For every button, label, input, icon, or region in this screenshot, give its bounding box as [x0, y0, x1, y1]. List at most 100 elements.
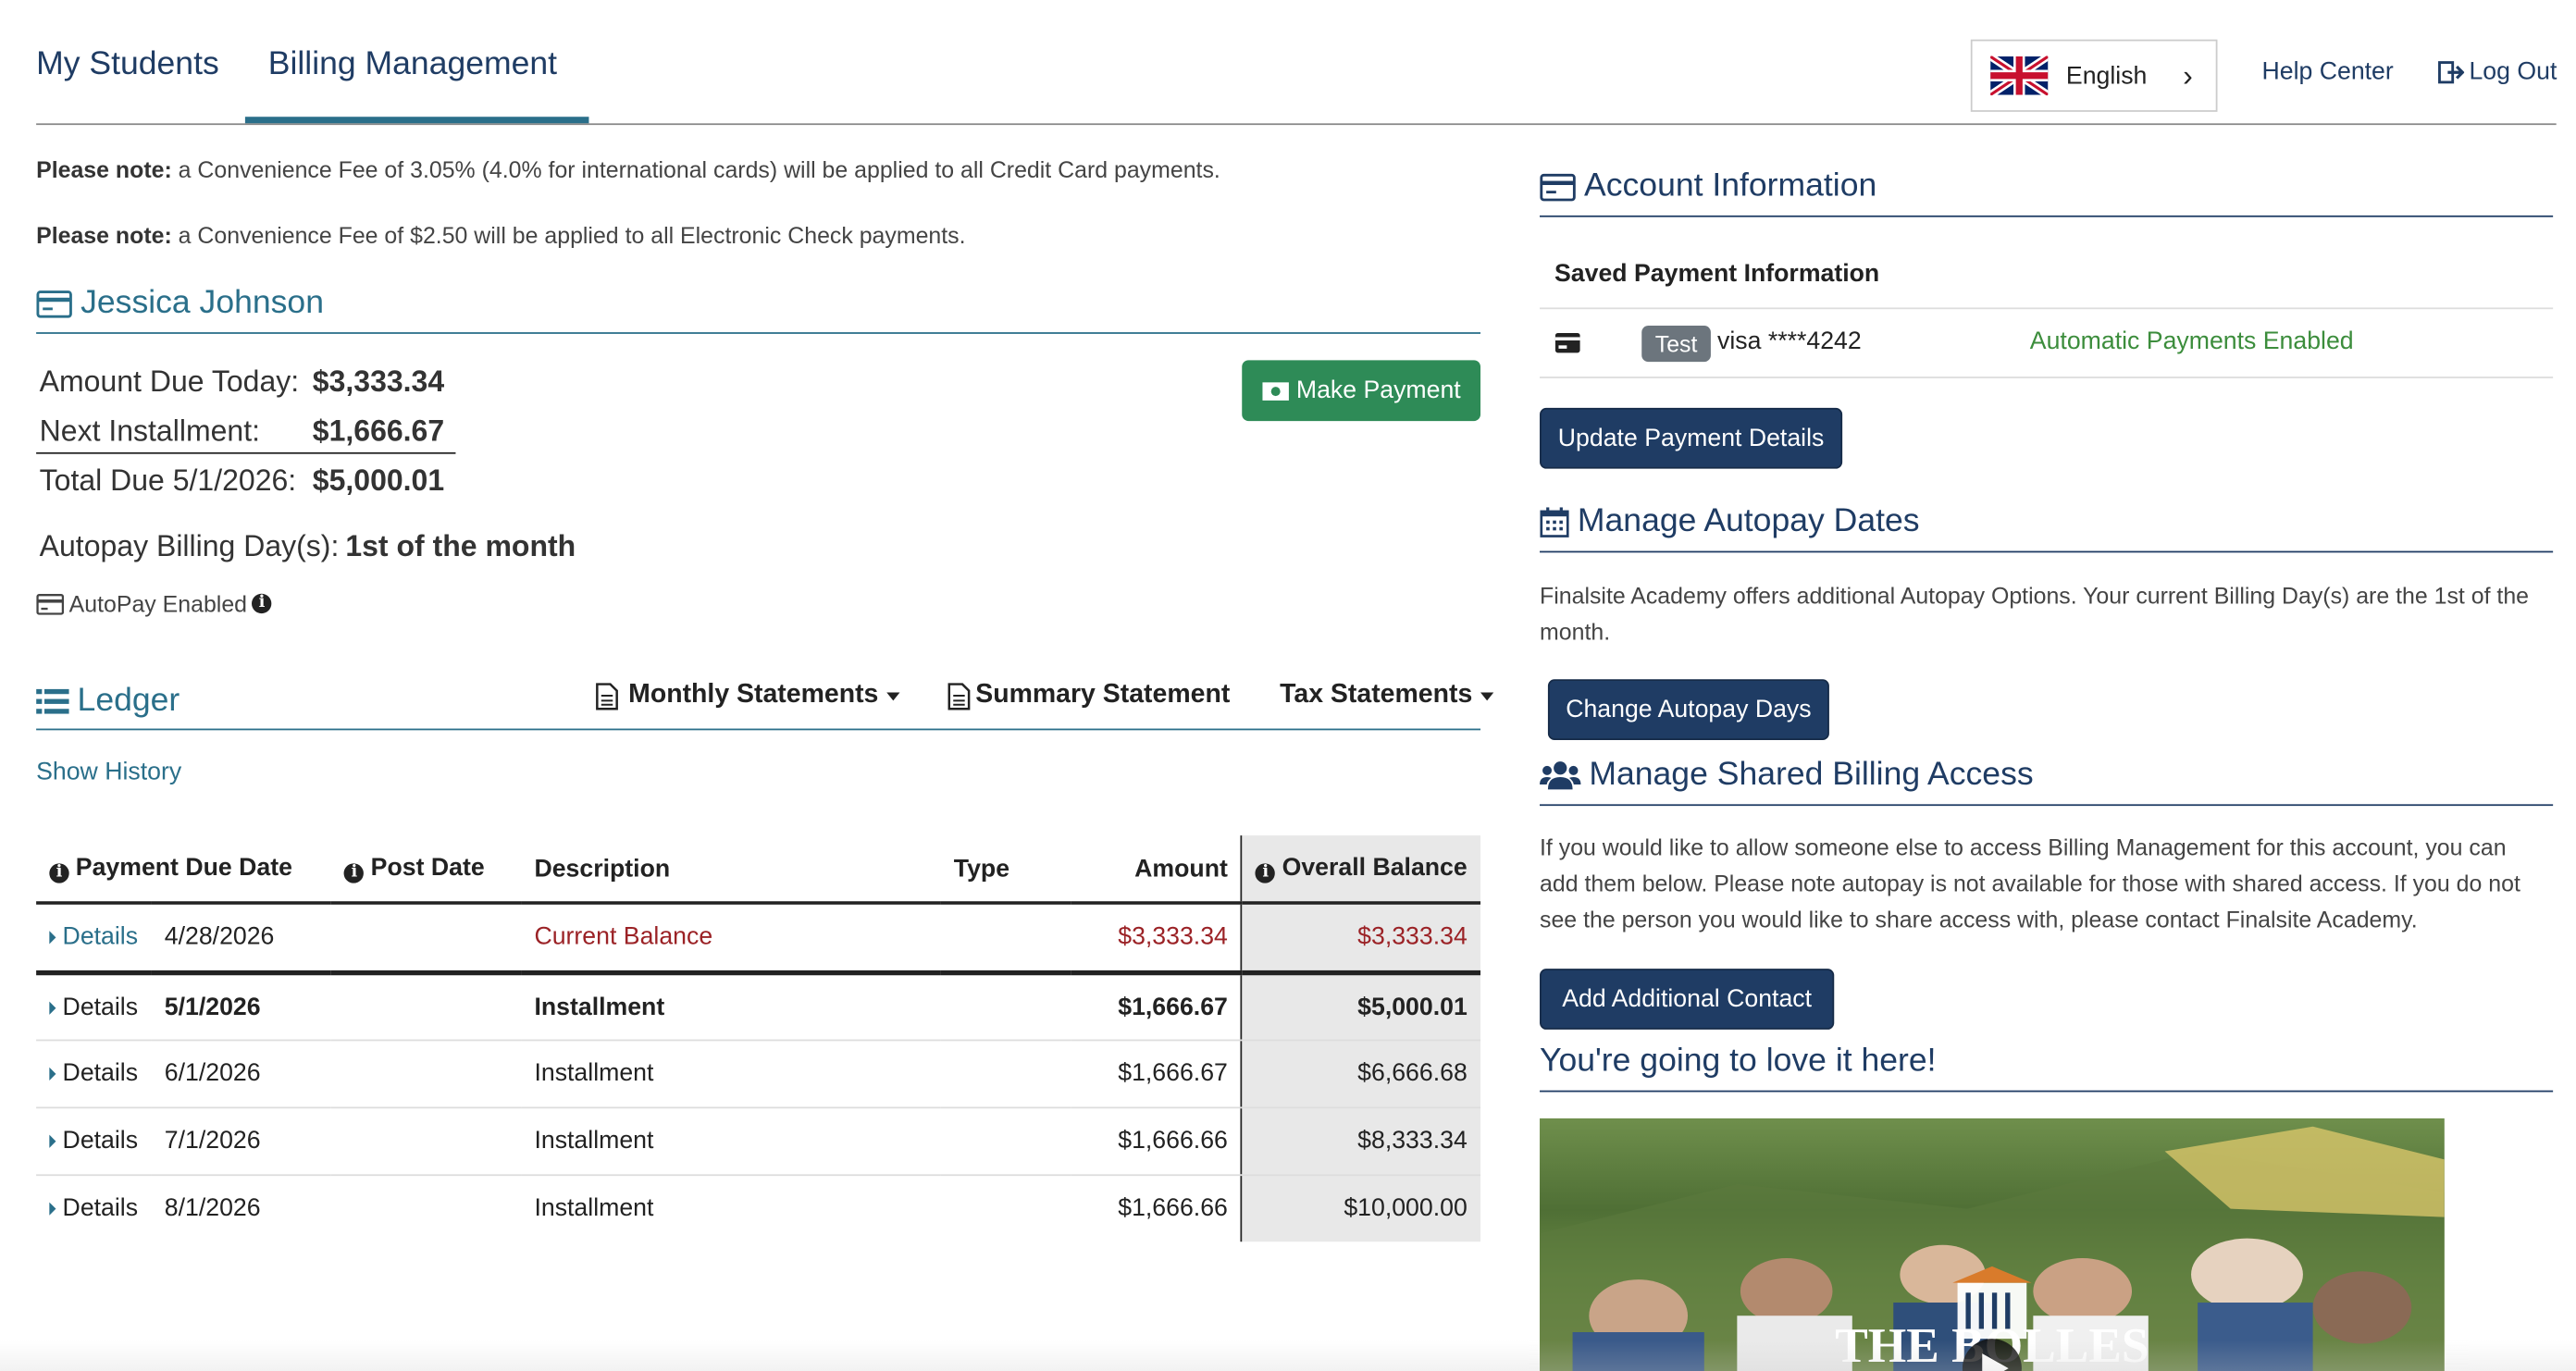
autopay-billing-value: 1st of the month: [345, 529, 576, 563]
tax-statements-label: Tax Statements: [1280, 681, 1473, 710]
log-out-link[interactable]: Log Out: [2438, 57, 2557, 85]
echeck-fee-note: Please note: a Convenience Fee of $2.50 …: [36, 222, 965, 248]
details-toggle[interactable]: Details: [36, 1174, 151, 1241]
student-name: Jessica Johnson: [80, 284, 325, 321]
caret-down-icon: [1480, 691, 1494, 700]
note-text: a Convenience Fee of 3.05% (4.0% for int…: [178, 155, 1220, 183]
monthly-statements-dropdown[interactable]: Monthly Statements: [596, 681, 900, 710]
update-payment-details-button[interactable]: Update Payment Details: [1540, 407, 1843, 469]
autopay-billing-label: Autopay Billing Day(s):: [39, 529, 340, 563]
credit-card-icon: [1540, 173, 1576, 201]
autopay-dates-rule: [1540, 550, 2554, 553]
credit-card-fee-note: Please note: a Convenience Fee of 3.05% …: [36, 156, 1220, 182]
credit-card-icon: [1554, 333, 1580, 353]
type-cell: [940, 1106, 1071, 1176]
saved-payment-divider: [1540, 377, 2554, 378]
amount-cell: $1,666.67: [1070, 971, 1242, 1041]
uk-flag-icon: [1990, 56, 2049, 96]
info-icon[interactable]: i: [252, 593, 272, 614]
details-toggle[interactable]: Details: [36, 903, 152, 975]
post-date-cell: [331, 971, 522, 1041]
col-amount: Amount: [1070, 835, 1242, 905]
saved-payment-divider: [1540, 307, 2554, 310]
balance-cell: $10,000.00: [1241, 1174, 1481, 1242]
col-payment-due-date[interactable]: i Payment Due Date: [36, 835, 332, 905]
ledger-header-row: i Payment Due Date i Post Date Description…: [36, 835, 1481, 905]
balance-cell: $5,000.01: [1241, 971, 1481, 1041]
details-toggle[interactable]: Details: [36, 971, 152, 1041]
change-autopay-days-button[interactable]: Change Autopay Days: [1547, 679, 1829, 741]
document-icon: [947, 682, 971, 710]
balance-cell: $6,666.68: [1241, 1039, 1481, 1108]
users-icon: [1540, 761, 1581, 790]
caret-right-icon: [49, 1000, 56, 1015]
student-header-rule: [36, 332, 1481, 334]
tab-my-students[interactable]: My Students: [36, 46, 219, 84]
shared-billing-text: If you would like to allow someone else …: [1540, 834, 2520, 933]
description-cell: Installment: [521, 1039, 941, 1108]
note-prefix: Please note:: [36, 222, 172, 249]
total-due-value: $5,000.01: [312, 463, 445, 497]
col-label: Overall Balance: [1282, 853, 1468, 882]
log-out-label: Log Out: [2469, 57, 2557, 86]
saved-payment-header: Saved Payment Information: [1554, 259, 1880, 289]
autopay-dates-text: Finalsite Academy offers additional Auto…: [1540, 582, 2530, 645]
next-installment-label: Next Installment:: [39, 414, 261, 448]
student-header: Jessica Johnson: [36, 285, 324, 323]
post-date-cell: [331, 1039, 522, 1108]
tax-statements-dropdown[interactable]: Tax Statements: [1280, 681, 1494, 710]
ledger-table: i Payment Due Date i Post Date Description…: [36, 835, 1481, 1242]
autopay-enabled-status: AutoPay Enabled i: [36, 590, 279, 617]
type-cell: [940, 903, 1071, 975]
due-date-cell: 5/1/2026: [151, 971, 332, 1041]
add-additional-contact-button[interactable]: Add Additional Contact: [1540, 969, 1835, 1030]
details-label: Details: [62, 1058, 139, 1088]
details-toggle[interactable]: Details: [36, 1106, 152, 1176]
description-cell: Installment: [534, 1194, 654, 1223]
description-cell: Installment: [521, 971, 941, 1041]
ledger-row: Details 6/1/2026 Installment $1,666.67 $…: [36, 1039, 1481, 1108]
col-post-date[interactable]: i Post Date: [331, 835, 522, 905]
active-tab-indicator: [244, 117, 589, 124]
due-date-cell: 6/1/2026: [151, 1039, 332, 1108]
calendar-icon: [1540, 507, 1569, 537]
summary-statement-link[interactable]: Summary Statement: [947, 681, 1230, 710]
money-bill-icon: [1262, 381, 1289, 401]
show-history-link[interactable]: Show History: [36, 759, 181, 786]
shared-billing-rule: [1540, 804, 2554, 807]
balance-cell: $3,333.34: [1241, 903, 1481, 975]
monthly-statements-label: Monthly Statements: [628, 681, 879, 710]
help-center-link[interactable]: Help Center: [2261, 57, 2393, 85]
ledger-row: Details 8/1/2026 Installment $1,666.66 $…: [36, 1174, 1481, 1242]
language-selector[interactable]: English ›: [1970, 39, 2218, 112]
post-date-cell: [331, 1106, 522, 1176]
video-scene: THE BOLLES: [1540, 1126, 2445, 1371]
amount-due-label: Amount Due Today:: [39, 364, 300, 399]
details-toggle[interactable]: Details: [36, 1039, 152, 1108]
amount-cell: $3,333.34: [1070, 903, 1242, 975]
summary-statement-label: Summary Statement: [975, 681, 1231, 710]
autopay-enabled-label: AutoPay Enabled: [68, 590, 248, 617]
post-date-cell: [331, 903, 522, 975]
caret-right-icon: [49, 931, 56, 945]
summary-underline: [36, 451, 456, 454]
col-description: Description: [521, 835, 941, 905]
description-cell: Installment: [521, 1106, 941, 1176]
type-cell: [940, 971, 1071, 1041]
ledger-row: Details 5/1/2026 Installment $1,666.67 $…: [36, 971, 1481, 1041]
ledger-header-rule: [36, 728, 1481, 731]
details-label: Details: [62, 1126, 139, 1155]
details-label: Details: [62, 992, 139, 1021]
amount-cell: $1,666.66: [1070, 1106, 1242, 1176]
type-cell: [940, 1039, 1071, 1108]
tab-billing-management[interactable]: Billing Management: [268, 46, 557, 84]
due-date-cell: 7/1/2026: [151, 1106, 332, 1176]
make-payment-button[interactable]: Make Payment: [1242, 360, 1481, 422]
amount-cell: $1,666.66: [1118, 1194, 1228, 1223]
document-icon: [596, 682, 618, 710]
next-installment-value: $1,666.67: [312, 414, 445, 448]
col-overall-balance[interactable]: i Overall Balance: [1241, 835, 1481, 905]
col-label: Post Date: [370, 853, 485, 882]
ledger-header: Ledger: [36, 683, 180, 721]
promo-video-thumbnail[interactable]: THE BOLLES: [1540, 1118, 2445, 1371]
